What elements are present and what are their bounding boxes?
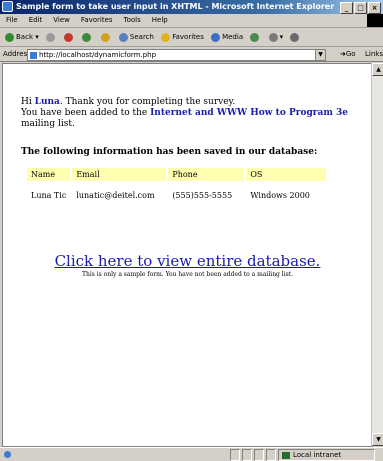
status-panes — [230, 449, 276, 461]
menu-file[interactable]: File — [6, 16, 18, 24]
database-link-wrap: Click here to view entire database. — [3, 252, 372, 270]
cell-email: lunatic@deitel.com — [76, 191, 155, 200]
favorites-icon — [161, 32, 171, 42]
saved-heading: The following information has been saved… — [21, 147, 318, 157]
minimize-button[interactable]: _ — [340, 2, 353, 14]
favorites-button[interactable]: Favorites — [161, 28, 204, 46]
media-icon — [211, 32, 221, 42]
zone-label: Local intranet — [293, 451, 342, 459]
windows-logo-icon — [367, 14, 383, 27]
greeting-suffix: . Thank you for completing the survey. — [59, 97, 236, 107]
address-input[interactable]: http://localhost/dynamicform.php ▼ — [27, 49, 326, 61]
security-zone: Local intranet — [278, 449, 375, 461]
print-icon — [290, 32, 300, 42]
window-controls: _ □ × — [340, 2, 381, 14]
menu-bar: File Edit View Favorites Tools Help — [0, 14, 383, 28]
back-arrow-icon — [5, 32, 14, 42]
cell-phone: (555)555-5555 — [172, 191, 233, 200]
added-suffix: mailing list. — [21, 119, 75, 129]
forward-arrow-icon — [45, 32, 55, 42]
search-icon — [118, 32, 128, 42]
data-table: Name Email Phone OS Luna Tic lunatic@dei… — [25, 166, 328, 204]
status-pane — [230, 449, 240, 461]
address-dropdown-icon[interactable]: ▼ — [315, 50, 325, 60]
title-bar: Sample form to take user input in XHTML … — [0, 0, 383, 14]
browser-window: Sample form to take user input in XHTML … — [0, 0, 383, 461]
table-row: Luna Tic lunatic@deitel.com (555)555-555… — [27, 183, 326, 202]
header-phone: Phone — [168, 168, 245, 181]
back-label: Back — [16, 33, 33, 41]
menu-tools[interactable]: Tools — [124, 16, 141, 24]
window-title: Sample form to take user input in XHTML … — [16, 2, 335, 11]
header-os: OS — [246, 168, 327, 181]
menu-edit[interactable]: Edit — [29, 16, 43, 24]
greeting-paragraph: Hi Luna. Thank you for completing the su… — [21, 97, 366, 130]
history-icon — [250, 32, 260, 42]
media-label: Media — [222, 33, 244, 41]
go-label: Go — [345, 50, 356, 58]
maximize-button[interactable]: □ — [354, 2, 367, 14]
ie-icon — [2, 1, 13, 12]
status-bar: Local intranet — [0, 447, 383, 461]
header-name: Name — [27, 168, 71, 181]
favorites-label: Favorites — [172, 33, 204, 41]
history-button[interactable] — [250, 28, 261, 46]
status-pane — [254, 449, 264, 461]
stop-button[interactable] — [64, 28, 75, 46]
cell-os: Windows 2000 — [250, 191, 310, 200]
links-button[interactable]: Links — [365, 47, 383, 61]
status-pane — [266, 449, 276, 461]
media-button[interactable]: Media — [211, 28, 243, 46]
search-label: Search — [129, 33, 154, 41]
close-button[interactable]: × — [368, 2, 381, 14]
vertical-scrollbar[interactable]: ▲ ▼ — [371, 63, 383, 446]
greeting-prefix: Hi — [21, 97, 32, 107]
go-button[interactable]: ➜Go — [340, 47, 356, 61]
book-title: Internet and WWW How to Program 3e — [150, 108, 348, 118]
forward-button[interactable] — [45, 28, 57, 46]
sample-note: This is only a sample form. You have not… — [81, 271, 294, 278]
mail-button[interactable]: ▾ — [268, 28, 283, 46]
scroll-up-icon[interactable]: ▲ — [372, 63, 383, 76]
search-button[interactable]: Search — [118, 28, 154, 46]
table-header-row: Name Email Phone OS — [27, 168, 327, 181]
cell-name: Luna Tic — [31, 191, 67, 200]
user-name: Luna — [34, 97, 60, 107]
scroll-down-icon[interactable]: ▼ — [372, 433, 383, 446]
stop-icon — [64, 32, 74, 42]
refresh-icon — [82, 32, 92, 42]
added-prefix: You have been added to the — [21, 108, 148, 118]
done-page-icon — [4, 451, 11, 458]
page-viewport: Hi Luna. Thank you for completing the su… — [2, 63, 373, 447]
page-icon — [30, 51, 37, 59]
menu-favorites[interactable]: Favorites — [81, 16, 113, 24]
back-button[interactable]: Back ▾ — [5, 28, 39, 46]
refresh-button[interactable] — [82, 28, 93, 46]
home-button[interactable] — [100, 28, 112, 46]
intranet-icon — [282, 451, 290, 459]
print-button[interactable] — [290, 28, 301, 46]
status-pane — [242, 449, 252, 461]
menu-help[interactable]: Help — [152, 16, 168, 24]
menu-view[interactable]: View — [53, 16, 70, 24]
header-email: Email — [72, 168, 167, 181]
mail-icon — [268, 32, 278, 42]
toolbar: Back ▾ Search Favorites Media ▾ — [0, 28, 383, 47]
home-icon — [100, 32, 110, 42]
address-url: http://localhost/dynamicform.php — [39, 51, 157, 59]
address-bar: Address http://localhost/dynamicform.php… — [0, 47, 383, 62]
database-link[interactable]: Click here to view entire database. — [55, 252, 321, 270]
